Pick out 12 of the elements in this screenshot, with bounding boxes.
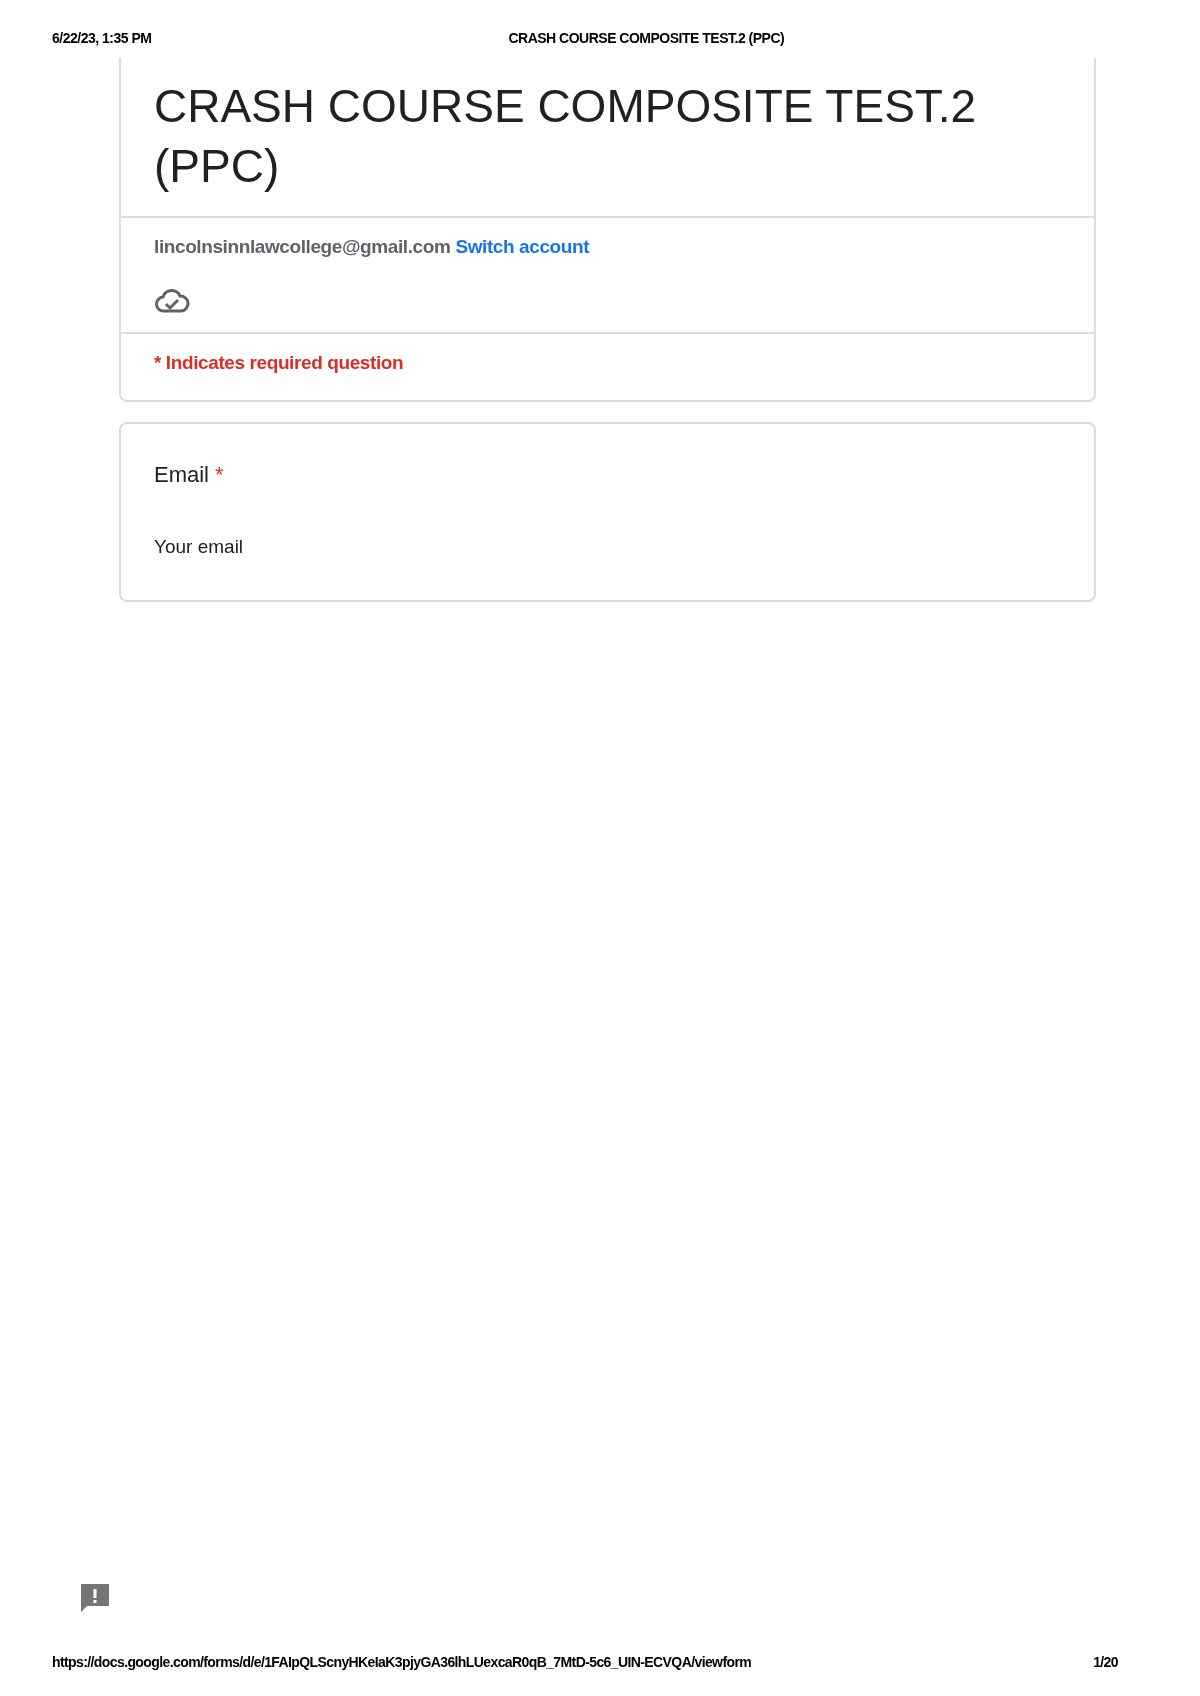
required-note: * Indicates required question [154, 352, 405, 374]
page-url: https://docs.google.com/forms/d/e/1FAIpQLScnyHKeIaK3pjyGA36lhLUexcaR0qB_7MtD-5c6_UIN-ECVQA/viewform [52, 1654, 752, 1670]
cloud-saved-icon [154, 288, 190, 314]
account-email: lincolnsinnlawcollege@gmail.com [154, 236, 451, 257]
print-date: 6/22/23, 1:35 PM [52, 30, 152, 46]
page-number: 1/20 [1093, 1654, 1118, 1670]
feedback-icon[interactable] [79, 1582, 111, 1614]
print-title: CRASH COURSE COMPOSITE TEST.2 (PPC) [508, 30, 785, 46]
form-title: CRASH COURSE COMPOSITE TEST.2 (PPC) [154, 79, 978, 194]
required-mark: * [215, 462, 224, 488]
switch-account-link[interactable]: Switch account [455, 236, 590, 257]
question-label: Email [154, 462, 209, 488]
